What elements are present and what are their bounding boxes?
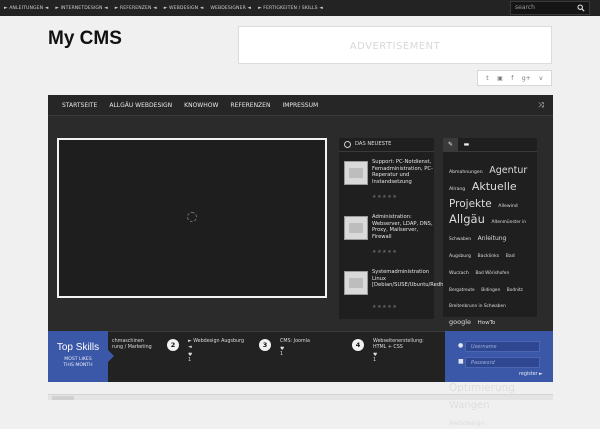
topnav-item[interactable]: ► INTERNETDESIGN ◄ bbox=[55, 6, 107, 11]
password-placeholder: Password bbox=[471, 360, 495, 366]
googleplus-icon[interactable]: g+ bbox=[522, 75, 531, 82]
post-title[interactable]: Systemadministration Linux [Debian/SUSE/… bbox=[372, 269, 451, 289]
advertisement-label: ADVERTISEMENT bbox=[349, 41, 441, 52]
footer-strip bbox=[48, 394, 553, 400]
skill-title[interactable]: chmaschinen rung / Marketing bbox=[112, 339, 162, 352]
tag-link[interactable]: Backlinks bbox=[478, 254, 500, 259]
mainnav-item[interactable]: KNOWHOW bbox=[184, 102, 218, 109]
latest-posts-header: DAS NEUESTE bbox=[339, 138, 434, 152]
skill-likes: ♥ 1 bbox=[188, 353, 193, 363]
username-placeholder: Username bbox=[471, 344, 497, 350]
tag-link[interactable]: Allgäu bbox=[449, 212, 485, 226]
post-title[interactable]: Support: PC-Notdienst, Fernadministratio… bbox=[372, 159, 434, 185]
search-icon[interactable] bbox=[577, 4, 585, 12]
tag-link[interactable]: Projekte bbox=[449, 198, 492, 210]
social-icons-bar: t ▣ f g+ v bbox=[477, 70, 552, 86]
youtube-icon[interactable]: ▣ bbox=[497, 75, 503, 82]
mainnav-item[interactable]: ALLGÄU WEBDESIGN bbox=[109, 102, 172, 109]
username-field[interactable]: Username bbox=[465, 341, 540, 352]
topnav-item[interactable]: ► ANLEITUNGEN ◄ bbox=[4, 6, 48, 11]
shuffle-icon[interactable]: ⤨ bbox=[538, 101, 544, 110]
footer-tab[interactable] bbox=[52, 396, 74, 400]
topnav-item[interactable]: WEBDESIGNER ◄ bbox=[210, 6, 251, 11]
tag-link[interactable]: Allewind bbox=[498, 204, 517, 209]
tag-link[interactable]: Allrang bbox=[449, 187, 465, 192]
top-navigation: ► ANLEITUNGEN ◄ ► INTERNETDESIGN ◄ ► REFER… bbox=[4, 0, 330, 16]
tag-link[interactable]: Augsburg bbox=[449, 254, 471, 259]
top-skills-title: Top Skills bbox=[56, 342, 100, 353]
top-skills-box: Top Skills MOST LIKES THIS MONTH bbox=[48, 331, 108, 382]
main-navigation: STARTSEITE ALLGÄU WEBDESIGN KNOWHOW REFEREN… bbox=[48, 95, 553, 116]
featured-slider[interactable] bbox=[57, 138, 327, 298]
topnav-item[interactable]: ► REFERENZEN ◄ bbox=[115, 6, 157, 11]
mainnav-item[interactable]: REFERENZEN bbox=[230, 102, 270, 109]
post-rating-stars: ★★★★★ bbox=[372, 304, 398, 310]
mainnav-item[interactable]: IMPRESSUM bbox=[282, 102, 318, 109]
post-thumbnail[interactable] bbox=[344, 216, 368, 240]
tag-link[interactable]: Anleitung bbox=[478, 235, 507, 242]
latest-posts-widget: DAS NEUESTE Support: PC-Notdienst, Ferna… bbox=[339, 138, 451, 321]
tag-cloud-widget: ✎ ▬ Abmahnungen Agentur Allrang Aktuelle… bbox=[443, 138, 537, 426]
post-rating-stars: ★★★★★ bbox=[372, 194, 398, 200]
search-placeholder: search bbox=[515, 4, 535, 11]
login-box: ● Username ■ Password register ► bbox=[445, 331, 553, 382]
skill-likes: ♥ 1 bbox=[280, 347, 285, 357]
post-title[interactable]: Administration: Webserver, LDAP, DNS, Pr… bbox=[372, 214, 434, 240]
tag-cloud: Abmahnungen Agentur Allrang Aktuelle Pro… bbox=[449, 160, 533, 429]
topnav-item[interactable]: ► FERTIGKEITEN / SKILLS ◄ bbox=[258, 6, 323, 11]
twitter-icon[interactable]: t bbox=[486, 75, 488, 82]
latest-post-item[interactable]: Support: PC-Notdienst, Fernadministratio… bbox=[343, 159, 433, 211]
loading-spinner-icon bbox=[187, 212, 197, 222]
vimeo-icon[interactable]: v bbox=[539, 75, 543, 82]
tag-link[interactable]: Aktuelle bbox=[472, 180, 517, 193]
clock-icon bbox=[344, 141, 351, 148]
site-logo[interactable]: My CMS bbox=[48, 28, 122, 50]
folder-icon: ▬ bbox=[463, 141, 470, 148]
lock-icon: ■ bbox=[458, 358, 464, 365]
tag-link[interactable]: Optimierung bbox=[449, 382, 515, 394]
top-skills-subtitle: MOST LIKES THIS MONTH bbox=[63, 357, 93, 368]
tag-link[interactable]: Breitenbrunn in Schwaben bbox=[449, 304, 506, 310]
latest-post-item[interactable]: Administration: Webserver, LDAP, DNS, Pr… bbox=[343, 214, 433, 266]
tag-cloud-tabs: ✎ ▬ bbox=[443, 138, 537, 152]
tab-categories[interactable]: ▬ bbox=[459, 138, 474, 152]
facebook-icon[interactable]: f bbox=[511, 75, 513, 82]
topnav-item[interactable]: ► WEBDESIGN ◄ bbox=[164, 6, 204, 11]
skill-rank: 4 bbox=[352, 339, 364, 351]
tag-link[interactable]: Bad Wörishofen bbox=[475, 271, 509, 276]
register-link[interactable]: register ► bbox=[519, 372, 543, 377]
tag-link[interactable]: Bergatreute bbox=[449, 288, 475, 293]
tag-link[interactable]: Wangen bbox=[449, 400, 490, 411]
tag-link[interactable]: Bodnitz bbox=[507, 288, 523, 293]
tag-link[interactable]: Abmahnungen bbox=[449, 170, 483, 175]
tag-link[interactable]: Agentur bbox=[489, 165, 527, 176]
advertisement-banner[interactable]: ADVERTISEMENT bbox=[238, 26, 552, 64]
password-field[interactable]: Password bbox=[465, 357, 540, 368]
post-thumbnail[interactable] bbox=[344, 161, 368, 185]
skill-likes: ♥ 1 bbox=[373, 353, 378, 363]
tag-link[interactable]: google bbox=[449, 318, 471, 326]
skill-rank: 2 bbox=[167, 339, 179, 351]
pin-icon: ✎ bbox=[447, 141, 454, 148]
mainnav-item[interactable]: STARTSEITE bbox=[62, 102, 97, 109]
tab-tags[interactable]: ✎ bbox=[443, 138, 458, 152]
user-icon: ● bbox=[458, 342, 464, 349]
post-rating-stars: ★★★★★ bbox=[372, 249, 398, 255]
tag-link[interactable]: Webdesign bbox=[449, 419, 485, 427]
skill-title[interactable]: ► Webdesign Augsburg ◄ bbox=[188, 339, 250, 352]
latest-post-item[interactable]: Systemadministration Linux [Debian/SUSE/… bbox=[343, 269, 451, 321]
tag-link[interactable]: HowTo bbox=[478, 320, 496, 326]
post-thumbnail[interactable] bbox=[344, 271, 368, 295]
skill-title[interactable]: CMS: Joomla bbox=[280, 339, 342, 345]
skill-title[interactable]: Webseitenerstellung: HTML + CSS bbox=[373, 339, 435, 352]
search-input[interactable]: search bbox=[510, 1, 590, 15]
latest-posts-title: DAS NEUESTE bbox=[355, 141, 392, 147]
top-skills-arrow bbox=[108, 350, 114, 362]
skill-rank: 3 bbox=[259, 339, 271, 351]
tag-link[interactable]: Bidingen bbox=[481, 288, 500, 293]
